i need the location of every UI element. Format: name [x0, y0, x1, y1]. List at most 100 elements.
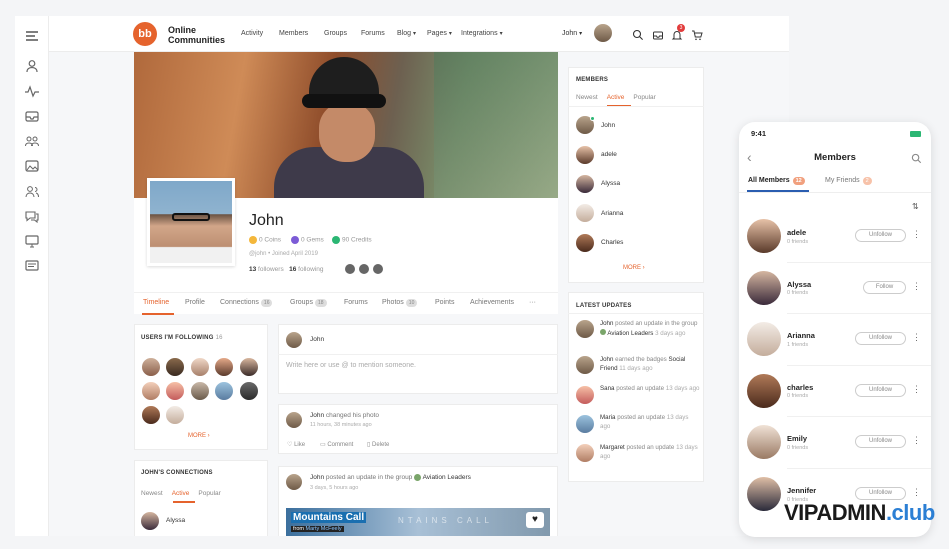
nav-activity[interactable]: Activity [241, 30, 263, 37]
photos-icon[interactable] [24, 158, 40, 174]
video-icon[interactable] [24, 233, 40, 249]
avatar[interactable] [239, 357, 259, 377]
nav-blog[interactable]: Blog ▾ [397, 30, 416, 37]
avatar[interactable] [576, 175, 594, 193]
connections-icon[interactable] [24, 183, 40, 199]
unfollow-button[interactable]: Unfollow [855, 332, 906, 345]
member-name[interactable]: Alyssa [601, 180, 620, 187]
member-name[interactable]: adele [787, 228, 806, 237]
following-more-link[interactable]: MORE › [188, 433, 210, 439]
avatar[interactable] [576, 146, 594, 164]
connections-tab-active[interactable]: Active [172, 490, 190, 497]
connections-tab-newest[interactable]: Newest [141, 490, 163, 497]
more-vertical-icon[interactable]: ⋮ [912, 384, 921, 395]
avatar[interactable] [747, 271, 781, 305]
avatar[interactable] [576, 320, 594, 338]
search-icon[interactable] [632, 28, 644, 40]
post-author[interactable]: John [310, 412, 324, 419]
delete-button[interactable]: ▯ Delete [367, 441, 389, 448]
avatar[interactable] [190, 381, 210, 401]
search-icon[interactable] [911, 151, 922, 164]
tab-more[interactable]: ··· [529, 299, 536, 306]
facebook-icon[interactable] [345, 264, 355, 274]
instagram-icon[interactable] [359, 264, 369, 274]
tab-points[interactable]: Points [435, 299, 454, 306]
post-group[interactable]: Aviation Leaders [423, 474, 471, 481]
member-name[interactable]: Arianna [601, 210, 623, 217]
avatar[interactable] [747, 322, 781, 356]
nav-groups[interactable]: Groups [324, 30, 347, 37]
composer-input[interactable]: Write here or use @ to mention someone. [286, 362, 416, 369]
follow-button[interactable]: Follow [863, 281, 906, 294]
update-user[interactable]: Maria [600, 414, 615, 421]
update-user[interactable]: Margaret [600, 444, 625, 451]
tab-achievements[interactable]: Achievements [470, 299, 514, 306]
tab-profile[interactable]: Profile [185, 299, 205, 306]
avatar[interactable] [141, 405, 161, 425]
unfollow-button[interactable]: Unfollow [855, 229, 906, 242]
nav-pages[interactable]: Pages ▾ [427, 30, 452, 37]
member-name[interactable]: Alyssa [787, 280, 811, 289]
members-tab-popular[interactable]: Popular [633, 94, 655, 101]
avatar[interactable] [747, 477, 781, 511]
profile-photo[interactable] [147, 178, 235, 266]
avatar[interactable] [214, 357, 234, 377]
tab-groups[interactable]: Groups 18 [290, 299, 327, 307]
tab-timeline[interactable]: Timeline [143, 299, 169, 306]
member-name[interactable]: adele [601, 151, 617, 158]
tab-photos[interactable]: Photos 10 [382, 299, 418, 307]
more-vertical-icon[interactable]: ⋮ [912, 435, 921, 446]
post-author[interactable]: John [310, 474, 324, 481]
messages-icon[interactable] [24, 258, 40, 274]
avatar[interactable] [576, 415, 594, 433]
followers-label[interactable]: followers [258, 266, 284, 273]
member-name[interactable]: Arianna [787, 331, 815, 340]
avatar[interactable] [747, 219, 781, 253]
unfollow-button[interactable]: Unfollow [855, 384, 906, 397]
inbox-icon[interactable] [652, 28, 664, 40]
avatar[interactable] [165, 357, 185, 377]
groups-icon[interactable] [24, 133, 40, 149]
tab-my-friends[interactable]: My Friends 2 [825, 177, 872, 185]
avatar[interactable] [576, 204, 594, 222]
more-vertical-icon[interactable]: ⋮ [912, 281, 921, 292]
tab-connections[interactable]: Connections 16 [220, 299, 273, 307]
more-vertical-icon[interactable]: ⋮ [912, 332, 921, 343]
sort-icon[interactable]: ⇅ [912, 202, 919, 211]
activity-icon[interactable] [24, 83, 40, 99]
forums-icon[interactable] [24, 208, 40, 224]
site-name[interactable]: Online Communities [168, 25, 248, 45]
update-user[interactable]: John [600, 356, 613, 363]
tab-forums[interactable]: Forums [344, 299, 368, 306]
inbox-icon[interactable] [24, 108, 40, 124]
unfollow-button[interactable]: Unfollow [855, 487, 906, 500]
unfollow-button[interactable]: Unfollow [855, 435, 906, 448]
tab-all-members[interactable]: All Members 12 [748, 177, 805, 185]
more-vertical-icon[interactable]: ⋮ [912, 229, 921, 240]
avatar[interactable] [165, 405, 185, 425]
avatar[interactable] [576, 356, 594, 374]
member-name[interactable]: John [601, 122, 615, 129]
members-more-link[interactable]: MORE › [623, 265, 645, 271]
connections-tab-popular[interactable]: Popular [198, 490, 220, 497]
avatar[interactable] [165, 381, 185, 401]
cart-icon[interactable] [691, 28, 703, 41]
avatar[interactable] [214, 381, 234, 401]
nav-integrations[interactable]: Integrations ▾ [461, 30, 503, 37]
like-button[interactable]: ♡ Like [287, 441, 305, 448]
post-media-banner[interactable]: Mountains Call from Marty McFeely NTAINS… [286, 508, 550, 536]
avatar[interactable] [576, 444, 594, 462]
avatar[interactable] [141, 357, 161, 377]
avatar[interactable] [190, 357, 210, 377]
avatar[interactable] [141, 512, 159, 530]
member-name[interactable]: Charles [601, 239, 623, 246]
profile-icon[interactable] [24, 58, 40, 74]
member-name[interactable]: Emily [787, 434, 807, 443]
avatar[interactable] [747, 374, 781, 408]
member-name[interactable]: charles [787, 383, 813, 392]
nav-members[interactable]: Members [279, 30, 308, 37]
site-logo[interactable]: bb [133, 22, 157, 46]
nav-forums[interactable]: Forums [361, 30, 385, 37]
avatar[interactable] [141, 381, 161, 401]
update-user[interactable]: John [600, 320, 613, 327]
